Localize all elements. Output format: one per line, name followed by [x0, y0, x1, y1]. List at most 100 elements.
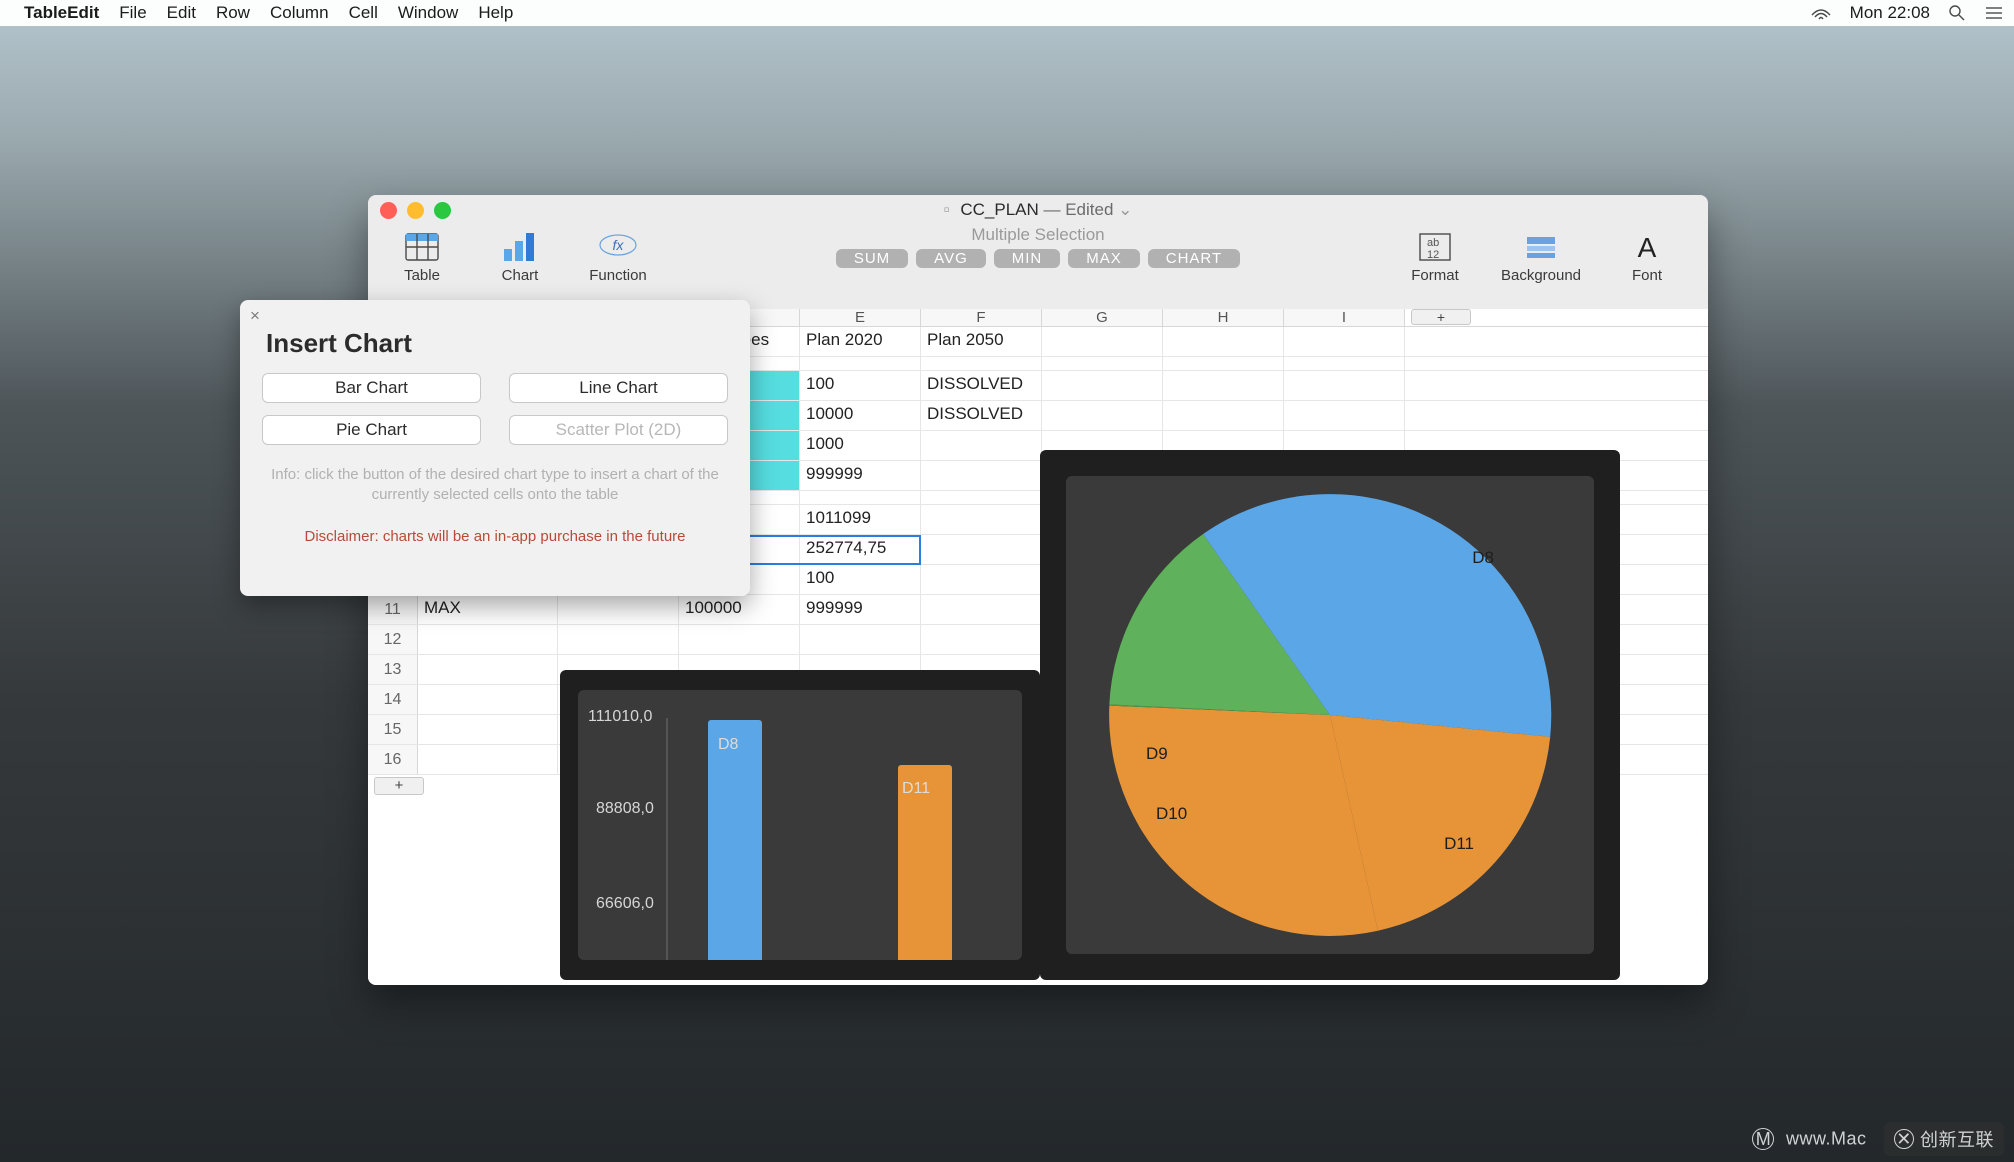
cell[interactable]: Plan 2020	[800, 327, 921, 356]
row-15[interactable]: 15	[368, 715, 418, 744]
col-i[interactable]: I	[1284, 309, 1405, 326]
menu-row[interactable]: Row	[216, 3, 250, 23]
cell-e11[interactable]: 999999	[800, 595, 921, 624]
menu-edit[interactable]: Edit	[167, 3, 196, 23]
y-tick: 66606,0	[596, 895, 654, 913]
row-16[interactable]: 16	[368, 745, 418, 774]
document-status: — Edited	[1044, 200, 1114, 219]
col-e[interactable]: E	[800, 309, 921, 326]
pie-label-d11: D11	[1444, 834, 1474, 854]
col-g[interactable]: G	[1042, 309, 1163, 326]
bar-label-d11: D11	[902, 780, 930, 798]
menubar: TableEdit File Edit Row Column Cell Wind…	[0, 0, 2014, 26]
menu-column[interactable]: Column	[270, 3, 329, 23]
add-column-button[interactable]: +	[1411, 309, 1471, 325]
formula-shortcuts: SUM AVG MIN MAX CHART	[788, 249, 1288, 268]
pill-max[interactable]: MAX	[1068, 249, 1140, 268]
toolbar-format-label: Format	[1411, 267, 1459, 284]
menu-help[interactable]: Help	[478, 3, 513, 23]
toolbar-function-label: Function	[589, 267, 647, 284]
close-icon[interactable]: ×	[250, 306, 260, 326]
bar-chart-icon	[500, 229, 540, 265]
document-name[interactable]: CC_PLAN	[960, 200, 1038, 219]
toolbar-background-button[interactable]: Background	[1498, 229, 1584, 284]
bar-chart-button[interactable]: Bar Chart	[262, 373, 481, 403]
toolbar-background-label: Background	[1501, 267, 1581, 284]
menu-cell[interactable]: Cell	[349, 3, 378, 23]
cell[interactable]: Plan 2050	[921, 327, 1042, 356]
pie-chart: D8 D9 D10 D11	[1066, 476, 1594, 954]
watermark-text: www.Mac	[1786, 1129, 1867, 1149]
svg-text:A: A	[1638, 232, 1657, 262]
cell-b11[interactable]: MAX	[418, 595, 558, 624]
pie-label-d9: D9	[1146, 744, 1168, 764]
add-row-button[interactable]: +	[374, 777, 424, 795]
title-chevron-icon[interactable]: ⌄	[1118, 200, 1132, 219]
popover-info: Info: click the button of the desired ch…	[262, 465, 728, 506]
row-14[interactable]: 14	[368, 685, 418, 714]
bar-chart: 111010,0 88808,0 66606,0 D8 D11	[578, 690, 1022, 960]
cell-f4[interactable]: DISSOLVED	[921, 401, 1042, 430]
menu-window[interactable]: Window	[398, 3, 458, 23]
toolbar: Table Chart fx Function Multiple Selecti…	[368, 225, 1708, 300]
cell-e5[interactable]: 1000	[800, 431, 921, 460]
document-icon: ▫	[944, 200, 950, 219]
popover-disclaimer: Disclaimer: charts will be an in-app pur…	[262, 528, 728, 545]
background-icon	[1524, 229, 1558, 265]
toolbar-font-label: Font	[1632, 267, 1662, 284]
toolbar-table-button[interactable]: Table	[386, 229, 458, 284]
format-icon: ab12	[1418, 229, 1452, 265]
bar-d8	[708, 720, 762, 960]
cell-d11[interactable]: 100000	[679, 595, 800, 624]
pill-avg[interactable]: AVG	[916, 249, 986, 268]
menu-extras-icon[interactable]	[1984, 5, 2004, 21]
window-title: ▫ CC_PLAN — Edited ⌄	[368, 200, 1708, 220]
menu-file[interactable]: File	[119, 3, 146, 23]
cell-e10[interactable]: 100	[800, 565, 921, 594]
toolbar-chart-label: Chart	[502, 267, 539, 284]
toolbar-function-button[interactable]: fx Function	[582, 229, 654, 284]
cell-e4[interactable]: 10000	[800, 401, 921, 430]
line-chart-button[interactable]: Line Chart	[509, 373, 728, 403]
pie-chart-button[interactable]: Pie Chart	[262, 415, 481, 445]
bar-chart-panel[interactable]: 111010,0 88808,0 66606,0 D8 D11	[560, 670, 1040, 980]
svg-text:fx: fx	[613, 237, 625, 253]
insert-chart-popover: × Insert Chart Bar Chart Line Chart Pie …	[240, 300, 750, 596]
popover-title: Insert Chart	[266, 328, 728, 359]
col-h[interactable]: H	[1163, 309, 1284, 326]
spotlight-icon[interactable]	[1948, 4, 1966, 22]
svg-text:ab: ab	[1427, 237, 1439, 249]
wifi-icon[interactable]	[1810, 5, 1832, 21]
toolbar-font-button[interactable]: A Font	[1604, 229, 1690, 284]
col-f[interactable]: F	[921, 309, 1042, 326]
bar-label-d8: D8	[718, 736, 738, 754]
y-tick: 111010,0	[588, 708, 652, 726]
row-13[interactable]: 13	[368, 655, 418, 684]
watermark: M www.Mac ✕ 创新互联	[1752, 1122, 2004, 1156]
toolbar-format-button[interactable]: ab12 Format	[1392, 229, 1478, 284]
font-icon: A	[1632, 229, 1662, 265]
watermark-badge: ✕ 创新互联	[1884, 1122, 2004, 1156]
pill-sum[interactable]: SUM	[836, 249, 908, 268]
pie-chart-panel[interactable]: D8 D9 D10 D11	[1040, 450, 1620, 980]
y-tick: 88808,0	[596, 800, 654, 818]
row-11[interactable]: 11	[368, 595, 418, 624]
cell-e6[interactable]: 999999	[800, 461, 921, 490]
pill-min[interactable]: MIN	[994, 249, 1061, 268]
menubar-clock[interactable]: Mon 22:08	[1850, 3, 1930, 23]
cell-e8[interactable]: 1011099	[800, 505, 921, 534]
pie-label-d8: D8	[1472, 548, 1494, 568]
cell-f3[interactable]: DISSOLVED	[921, 371, 1042, 400]
cell-e9[interactable]: 252774,75	[800, 535, 921, 564]
pie-label-d10: D10	[1156, 804, 1187, 824]
function-icon: fx	[598, 229, 638, 265]
toolbar-chart-button[interactable]: Chart	[484, 229, 556, 284]
svg-text:12: 12	[1427, 249, 1439, 261]
row-12[interactable]: 12	[368, 625, 418, 654]
app-name[interactable]: TableEdit	[24, 3, 99, 23]
selection-label: Multiple Selection	[788, 225, 1288, 245]
pill-chart[interactable]: CHART	[1148, 249, 1240, 268]
cell-e3[interactable]: 100	[800, 371, 921, 400]
titlebar[interactable]: ▫ CC_PLAN — Edited ⌄	[368, 195, 1708, 225]
scatter-plot-button[interactable]: Scatter Plot (2D)	[509, 415, 728, 445]
